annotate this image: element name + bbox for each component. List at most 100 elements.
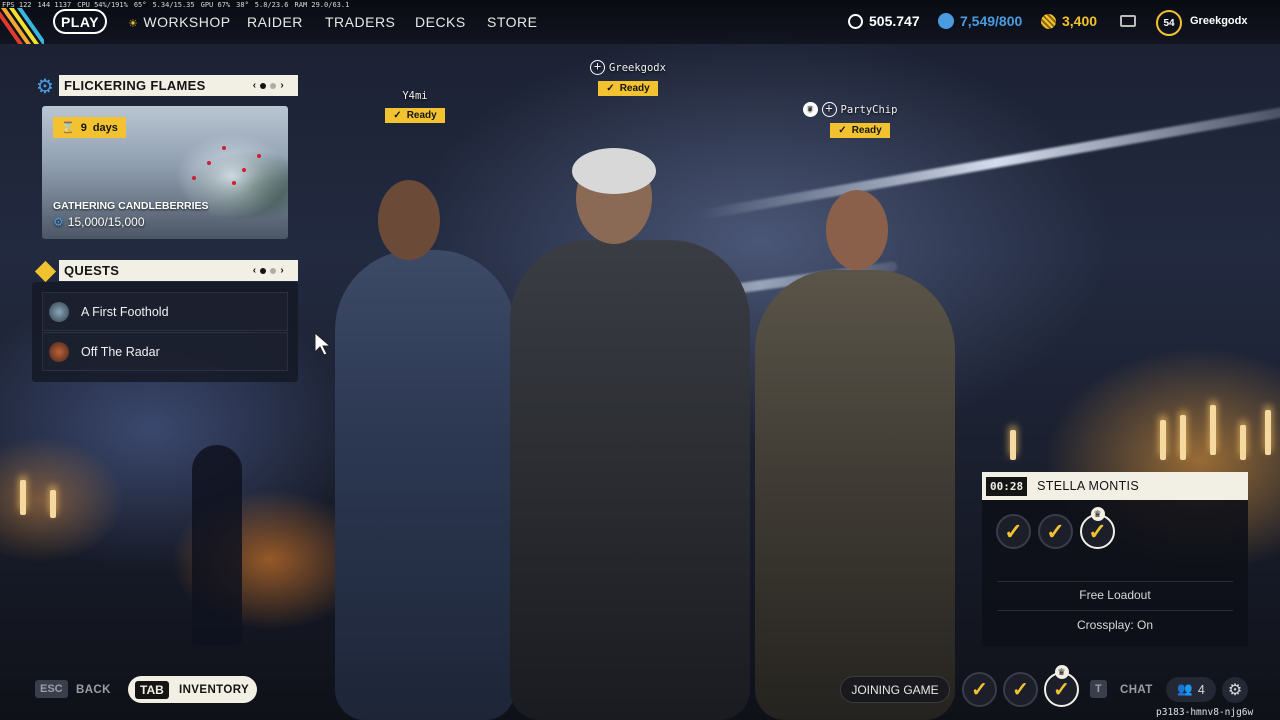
tab-key: TAB — [135, 681, 169, 699]
party-avatar-leader[interactable]: ♛ ✓ — [1080, 507, 1115, 549]
candle — [1180, 415, 1186, 460]
quest-item[interactable]: Off The Radar — [42, 332, 288, 371]
perf-temp: 65° — [133, 1, 147, 9]
perf-frame: 144 1137 — [37, 1, 72, 9]
event-title: FLICKERING FLAMES — [64, 78, 206, 93]
coin-icon — [848, 13, 863, 29]
quest-trader-icon — [49, 341, 69, 362]
mail-icon[interactable] — [1120, 15, 1136, 27]
ready-badge: ✓ Ready — [830, 123, 890, 138]
esc-key: ESC — [35, 680, 68, 698]
currency-raider-coins[interactable]: 3,400 — [1041, 13, 1097, 29]
party-count-value: 4 — [1197, 682, 1205, 697]
candle — [1240, 425, 1246, 460]
party-member-plate: + Greekgodx ✓ Ready — [578, 60, 678, 96]
nav-raider[interactable]: RAIDER — [247, 14, 303, 30]
chevron-left-icon[interactable]: ‹ — [253, 265, 257, 276]
chat-button[interactable]: CHAT — [1120, 684, 1153, 696]
people-icon: 👥 — [1177, 682, 1193, 696]
ready-badge: ✓ Ready — [385, 108, 445, 123]
party-avatar-leader[interactable]: ♛ ✓ — [1044, 665, 1079, 707]
check-icon: ✓ — [393, 110, 402, 121]
nav-decks[interactable]: DECKS — [415, 14, 466, 30]
berry-decoration — [192, 176, 196, 180]
party-avatar[interactable]: ✓ — [962, 672, 997, 707]
gear-icon: ⚙ — [36, 75, 54, 98]
background-figure — [192, 445, 242, 645]
lobby-map-name: STELLA MONTIS — [1037, 479, 1139, 493]
light-beam — [699, 105, 1280, 220]
nav-workshop[interactable]: ☀ WORKSHOP — [128, 14, 231, 30]
berry-decoration — [207, 161, 211, 165]
currency-raider-coins-value: 3,400 — [1062, 13, 1098, 29]
perf-mem: 5.34/15.35 — [152, 1, 195, 9]
party-member-name: Greekgodx — [609, 61, 666, 74]
character-center-hair — [572, 148, 656, 194]
character-center — [510, 240, 750, 720]
nav-store[interactable]: STORE — [487, 14, 537, 30]
token-icon — [938, 13, 954, 29]
check-icon: ✓ — [1053, 679, 1070, 701]
back-button[interactable]: BACK — [76, 684, 111, 696]
chevron-right-icon[interactable]: › — [280, 265, 284, 276]
nav-traders[interactable]: TRADERS — [325, 14, 395, 30]
character-left — [335, 250, 515, 720]
check-icon: ✓ — [838, 125, 847, 136]
gear-icon: ⚙ — [53, 215, 64, 229]
quests-list: A First Foothold Off The Radar — [32, 282, 298, 382]
quests-title: QUESTS — [64, 263, 120, 278]
player-level-badge[interactable]: 54 — [1156, 10, 1182, 36]
performance-overlay: FPS 122 144 1137 CPU 54%/191% 65° 5.34/15.35… — [2, 1, 355, 9]
ready-badge: ✓ Ready — [598, 81, 658, 96]
check-icon: ✓ — [1088, 518, 1107, 544]
play-button[interactable]: PLAY — [53, 9, 107, 34]
divider — [997, 581, 1233, 582]
candle — [1265, 410, 1271, 455]
lobby-timer: 00:28 — [986, 476, 1028, 496]
lobby-party-avatars: ✓ ✓ ♛ ✓ — [996, 507, 1115, 549]
event-days-badge: ⌛ 9 days — [53, 117, 126, 138]
pager-dot — [270, 82, 277, 89]
party-avatar[interactable]: ✓ — [996, 514, 1031, 549]
quests-panel-header: QUESTS ‹ › — [59, 260, 298, 281]
event-progress-value: 15,000/15,000 — [67, 215, 145, 229]
gear-icon: ⚙ — [1227, 682, 1243, 699]
event-days-number: 9 — [80, 121, 87, 134]
player-name[interactable]: Greekgodx — [1190, 15, 1247, 27]
add-friend-icon[interactable]: + — [821, 102, 837, 117]
party-count-button[interactable]: 👥 4 — [1166, 677, 1216, 702]
chevron-right-icon[interactable]: › — [280, 80, 284, 91]
party-member-name: PartyChip — [840, 103, 898, 116]
party-member-plate: ♛ + PartyChip ✓ Ready — [795, 102, 905, 138]
settings-button[interactable]: ⚙ — [1222, 677, 1248, 703]
party-member-plate: Y4mi ✓ Ready — [380, 90, 450, 123]
crown-icon: ♛ — [802, 102, 818, 117]
ready-label: Ready — [406, 110, 437, 121]
character-right-head — [826, 190, 888, 270]
event-progress: ⚙ 15,000/15,000 — [53, 215, 145, 229]
quest-item[interactable]: A First Foothold — [42, 292, 288, 331]
candle — [1010, 430, 1016, 460]
mouse-cursor-icon — [314, 332, 332, 356]
party-avatar[interactable]: ✓ — [1003, 672, 1038, 707]
game-logo — [0, 8, 44, 44]
lobby-crossplay: Crossplay: On — [1076, 618, 1154, 632]
quests-pager: ‹ › — [253, 265, 284, 276]
chevron-left-icon[interactable]: ‹ — [253, 80, 257, 91]
check-icon: ✓ — [1046, 518, 1065, 544]
event-card[interactable]: ⌛ 9 days GATHERING CANDLEBERRIES ⚙ 15,00… — [42, 106, 288, 239]
party-avatar[interactable]: ✓ — [1038, 514, 1073, 549]
currency-tokens-value: 7,549/800 — [960, 13, 1023, 29]
berry-decoration — [242, 168, 246, 172]
add-friend-icon[interactable]: + — [590, 60, 606, 75]
check-icon: ✓ — [1012, 679, 1029, 701]
currency-tokens[interactable]: 7,549/800 — [938, 13, 1022, 29]
currency-coins-value: 505.747 — [869, 13, 920, 29]
berry-decoration — [257, 154, 261, 158]
candle — [1210, 405, 1216, 455]
quest-label: Off The Radar — [81, 344, 160, 359]
joining-game-status: JOINING GAME — [840, 676, 950, 703]
event-panel-header: FLICKERING FLAMES ‹ › — [59, 75, 298, 96]
currency-coins[interactable]: 505.747 — [848, 13, 920, 29]
lobby-header: 00:28 STELLA MONTIS — [982, 472, 1248, 500]
